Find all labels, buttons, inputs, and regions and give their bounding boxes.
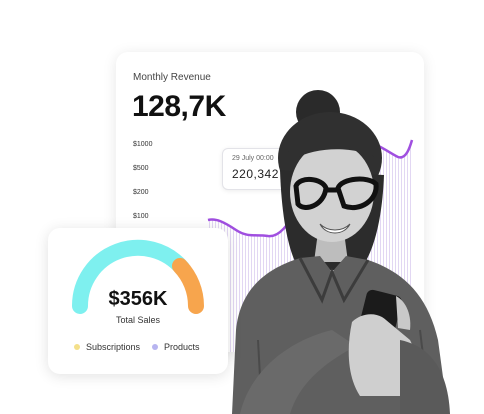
legend-item-subscriptions: Subscriptions [74,342,140,352]
legend-dot-icon [152,344,158,350]
sales-total-label: Total Sales [115,315,161,325]
legend-item-products: Products [152,342,200,352]
sales-gauge-chart [71,239,204,314]
total-sales-card: $356K Total Sales Subscriptions Products [48,228,228,374]
legend-label: Subscriptions [86,342,141,352]
legend-label: Products [164,342,200,352]
sales-total-value: $356K [108,288,168,310]
legend-dot-icon [74,344,80,350]
